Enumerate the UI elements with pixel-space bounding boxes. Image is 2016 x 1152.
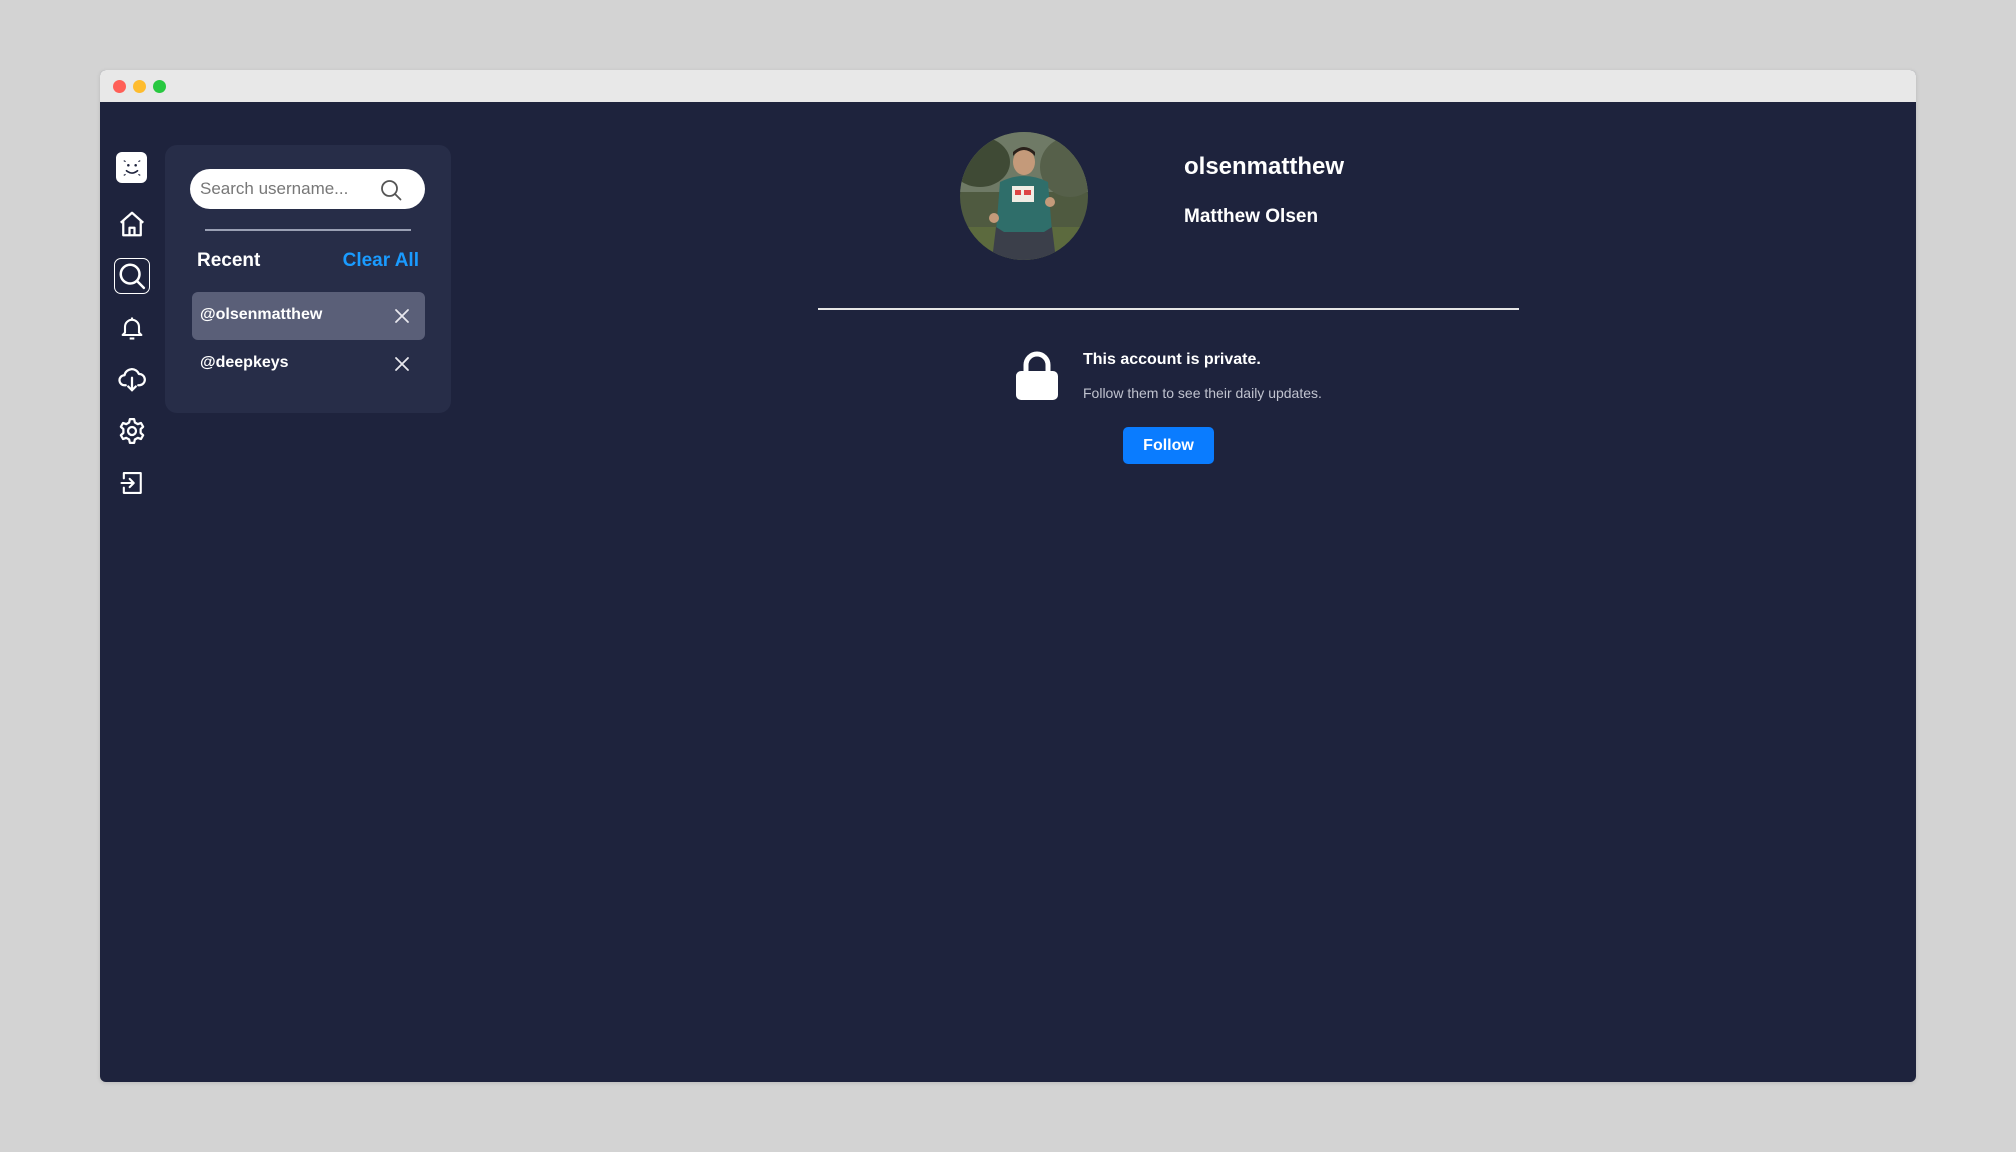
close-icon[interactable]	[393, 307, 411, 325]
nav-download[interactable]	[115, 362, 149, 396]
title-bar	[100, 70, 1916, 102]
profile-full-name: Matthew Olsen	[1184, 206, 1319, 227]
recent-label: Recent	[197, 250, 261, 271]
nav-search[interactable]	[114, 258, 150, 294]
close-window-button[interactable]	[113, 80, 126, 93]
home-icon	[120, 211, 144, 237]
private-account-subtitle: Follow them to see their daily updates.	[1083, 385, 1322, 401]
search-box	[190, 169, 425, 209]
close-icon[interactable]	[393, 355, 411, 373]
clear-all-button[interactable]: Clear All	[343, 250, 419, 272]
profile-divider	[818, 308, 1519, 310]
nav-logout[interactable]	[115, 466, 149, 500]
app-logo[interactable]	[116, 152, 147, 183]
logout-icon	[120, 472, 142, 494]
search-input[interactable]	[200, 169, 375, 209]
app-window: Recent Clear All @olsenmatthew @deepkeys	[100, 70, 1916, 1082]
profile-avatar	[960, 132, 1088, 260]
nav-notifications[interactable]	[115, 311, 149, 345]
search-icon[interactable]	[379, 178, 403, 202]
recent-item[interactable]: @deepkeys	[192, 340, 425, 388]
search-icon	[119, 263, 146, 290]
nav-settings[interactable]	[115, 414, 149, 448]
minimize-window-button[interactable]	[133, 80, 146, 93]
cloud-download-icon	[118, 368, 146, 392]
bell-icon	[121, 317, 143, 340]
recent-item-handle: @olsenmatthew	[200, 306, 323, 323]
recent-item[interactable]: @olsenmatthew	[192, 292, 425, 340]
gear-icon	[119, 418, 145, 444]
lock-icon	[1016, 351, 1058, 400]
panel-divider	[205, 229, 411, 231]
smiley-logo-icon	[123, 159, 140, 176]
maximize-window-button[interactable]	[153, 80, 166, 93]
recent-item-handle: @deepkeys	[200, 354, 289, 371]
search-panel: Recent Clear All @olsenmatthew @deepkeys	[165, 145, 451, 413]
profile-username: olsenmatthew	[1184, 153, 1345, 180]
nav-home[interactable]	[115, 207, 149, 241]
follow-button[interactable]: Follow	[1123, 427, 1214, 464]
private-account-title: This account is private.	[1083, 351, 1261, 368]
